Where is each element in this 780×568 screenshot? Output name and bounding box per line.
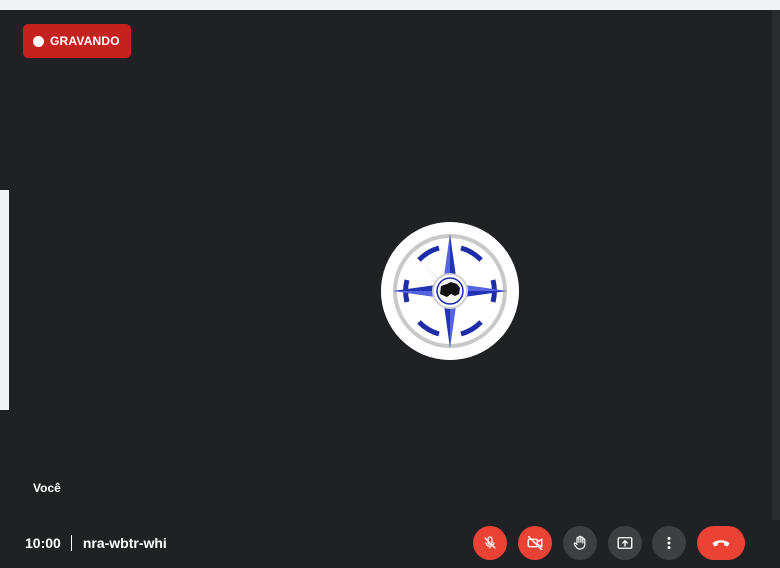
recording-label: GRAVANDO	[50, 34, 120, 48]
meeting-code: nra-wbtr-whi	[82, 535, 167, 551]
meeting-window: GRAVANDO Você 10:00 nra-wbtr-whi	[0, 0, 780, 568]
meeting-time: 10:00	[25, 535, 61, 551]
window-right-edge	[772, 10, 780, 568]
more-vert-icon	[667, 536, 671, 550]
more-options-button[interactable]	[652, 526, 686, 560]
recording-dot-icon	[33, 35, 44, 47]
camera-toggle-button[interactable]	[518, 526, 552, 560]
window-left-edge-shadow	[0, 10, 9, 190]
self-name-label: Você	[33, 481, 61, 495]
participant-avatar	[381, 222, 519, 360]
window-top-edge	[0, 0, 780, 10]
raise-hand-button[interactable]	[563, 526, 597, 560]
recording-badge[interactable]: GRAVANDO	[23, 24, 131, 58]
compass-rose-logo-icon	[381, 222, 519, 360]
hand-icon	[573, 535, 586, 550]
call-end-icon	[712, 540, 730, 547]
meeting-info-divider	[70, 535, 72, 551]
microphone-toggle-button[interactable]	[473, 526, 507, 560]
present-screen-button[interactable]	[608, 526, 642, 560]
mic-off-icon	[484, 536, 496, 549]
leave-call-button[interactable]	[697, 526, 745, 560]
videocam-off-icon	[527, 535, 543, 551]
meeting-details[interactable]: 10:00 nra-wbtr-whi	[25, 535, 167, 551]
present-screen-icon	[617, 537, 633, 549]
bottom-control-bar: 10:00 nra-wbtr-whi	[0, 520, 780, 568]
